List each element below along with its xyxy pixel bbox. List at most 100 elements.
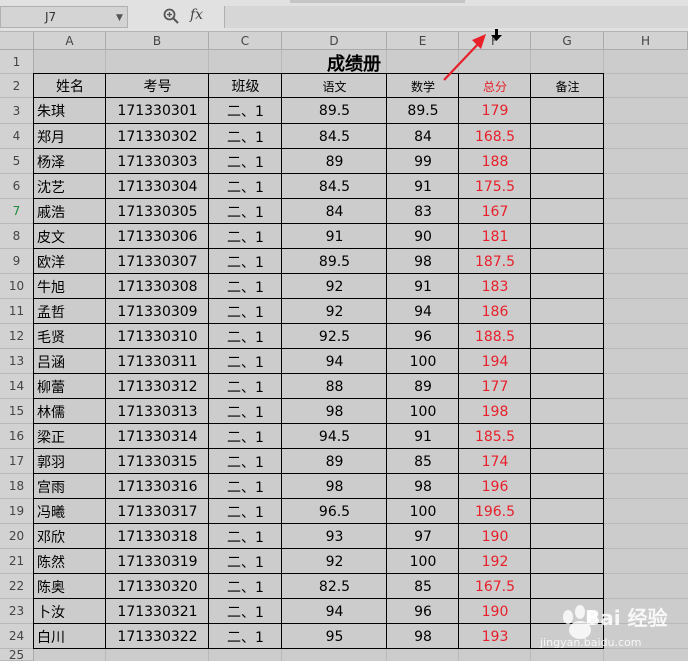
column-header[interactable]: B	[106, 32, 209, 50]
chinese-cell[interactable]: 89	[282, 149, 387, 174]
row-header[interactable]: 21	[0, 549, 34, 574]
row-header[interactable]: 10	[0, 274, 34, 299]
row-header[interactable]: 14	[0, 374, 34, 399]
name-cell[interactable]: 卜汝	[34, 599, 106, 624]
class-cell[interactable]: 二、1	[209, 549, 282, 574]
id-cell[interactable]: 171330307	[106, 249, 209, 274]
header-cell[interactable]: 总分	[459, 74, 531, 98]
math-cell[interactable]: 100	[387, 499, 459, 524]
math-cell[interactable]: 96	[387, 599, 459, 624]
math-cell[interactable]: 91	[387, 424, 459, 449]
column-header[interactable]: G	[531, 32, 604, 50]
name-cell[interactable]: 欧洋	[34, 249, 106, 274]
total-cell[interactable]: 167	[459, 199, 531, 224]
chinese-cell[interactable]: 88	[282, 374, 387, 399]
total-cell[interactable]: 196.5	[459, 499, 531, 524]
id-cell[interactable]: 171330309	[106, 299, 209, 324]
note-cell[interactable]	[531, 299, 604, 324]
chinese-cell[interactable]: 92	[282, 549, 387, 574]
column-header[interactable]: E	[387, 32, 459, 50]
class-cell[interactable]: 二、1	[209, 574, 282, 599]
id-cell[interactable]: 171330317	[106, 499, 209, 524]
name-cell[interactable]: 郑月	[34, 124, 106, 149]
math-cell[interactable]: 99	[387, 149, 459, 174]
total-cell[interactable]: 188.5	[459, 324, 531, 349]
id-cell[interactable]: 171330302	[106, 124, 209, 149]
class-cell[interactable]: 二、1	[209, 249, 282, 274]
row-header[interactable]: 1	[0, 50, 34, 74]
row-header[interactable]: 18	[0, 474, 34, 499]
header-cell[interactable]: 班级	[209, 74, 282, 98]
note-cell[interactable]	[531, 474, 604, 499]
id-cell[interactable]: 171330304	[106, 174, 209, 199]
total-cell[interactable]: 168.5	[459, 124, 531, 149]
column-header[interactable]: D	[282, 32, 387, 50]
header-cell[interactable]: 姓名	[34, 74, 106, 98]
total-cell[interactable]: 190	[459, 524, 531, 549]
total-cell[interactable]: 196	[459, 474, 531, 499]
total-cell[interactable]: 186	[459, 299, 531, 324]
name-cell[interactable]: 孟哲	[34, 299, 106, 324]
id-cell[interactable]: 171330321	[106, 599, 209, 624]
id-cell[interactable]: 171330318	[106, 524, 209, 549]
math-cell[interactable]: 97	[387, 524, 459, 549]
chinese-cell[interactable]: 89.5	[282, 98, 387, 124]
class-cell[interactable]: 二、1	[209, 449, 282, 474]
note-cell[interactable]	[531, 499, 604, 524]
id-cell[interactable]: 171330319	[106, 549, 209, 574]
math-cell[interactable]: 91	[387, 174, 459, 199]
total-cell[interactable]: 183	[459, 274, 531, 299]
name-cell[interactable]: 柳蕾	[34, 374, 106, 399]
name-cell[interactable]: 邓欣	[34, 524, 106, 549]
math-cell[interactable]: 85	[387, 449, 459, 474]
total-cell[interactable]: 192	[459, 549, 531, 574]
math-cell[interactable]: 98	[387, 474, 459, 499]
row-header[interactable]: 11	[0, 299, 34, 324]
note-cell[interactable]	[531, 249, 604, 274]
total-cell[interactable]: 181	[459, 224, 531, 249]
class-cell[interactable]: 二、1	[209, 374, 282, 399]
chinese-cell[interactable]: 92	[282, 299, 387, 324]
class-cell[interactable]: 二、1	[209, 524, 282, 549]
math-cell[interactable]: 100	[387, 349, 459, 374]
name-cell[interactable]: 白川	[34, 624, 106, 649]
total-cell[interactable]: 194	[459, 349, 531, 374]
note-cell[interactable]	[531, 399, 604, 424]
id-cell[interactable]: 171330314	[106, 424, 209, 449]
row-header[interactable]: 22	[0, 574, 34, 599]
chinese-cell[interactable]: 89	[282, 449, 387, 474]
note-cell[interactable]	[531, 324, 604, 349]
id-cell[interactable]: 171330313	[106, 399, 209, 424]
chevron-down-icon[interactable]: ▼	[116, 13, 123, 23]
header-cell[interactable]: 语文	[282, 74, 387, 98]
note-cell[interactable]	[531, 424, 604, 449]
id-cell[interactable]: 171330310	[106, 324, 209, 349]
id-cell[interactable]: 171330315	[106, 449, 209, 474]
note-cell[interactable]	[531, 98, 604, 124]
note-cell[interactable]	[531, 524, 604, 549]
chinese-cell[interactable]: 93	[282, 524, 387, 549]
column-header[interactable]: H	[604, 32, 688, 50]
row-header[interactable]: 19	[0, 499, 34, 524]
name-cell[interactable]: 林儒	[34, 399, 106, 424]
insert-function-icon[interactable]: fx	[190, 7, 203, 23]
total-cell[interactable]: 174	[459, 449, 531, 474]
name-cell[interactable]: 皮文	[34, 224, 106, 249]
sheet-title[interactable]: 成绩册	[34, 51, 674, 75]
math-cell[interactable]: 98	[387, 624, 459, 649]
note-cell[interactable]	[531, 149, 604, 174]
column-header[interactable]: F	[459, 32, 531, 50]
class-cell[interactable]: 二、1	[209, 299, 282, 324]
name-cell[interactable]: 吕涵	[34, 349, 106, 374]
chinese-cell[interactable]: 82.5	[282, 574, 387, 599]
math-cell[interactable]: 94	[387, 299, 459, 324]
total-cell[interactable]: 187.5	[459, 249, 531, 274]
math-cell[interactable]: 98	[387, 249, 459, 274]
class-cell[interactable]: 二、1	[209, 599, 282, 624]
class-cell[interactable]: 二、1	[209, 199, 282, 224]
total-cell[interactable]: 185.5	[459, 424, 531, 449]
class-cell[interactable]: 二、1	[209, 624, 282, 649]
row-header[interactable]: 20	[0, 524, 34, 549]
math-cell[interactable]: 100	[387, 549, 459, 574]
chinese-cell[interactable]: 98	[282, 399, 387, 424]
